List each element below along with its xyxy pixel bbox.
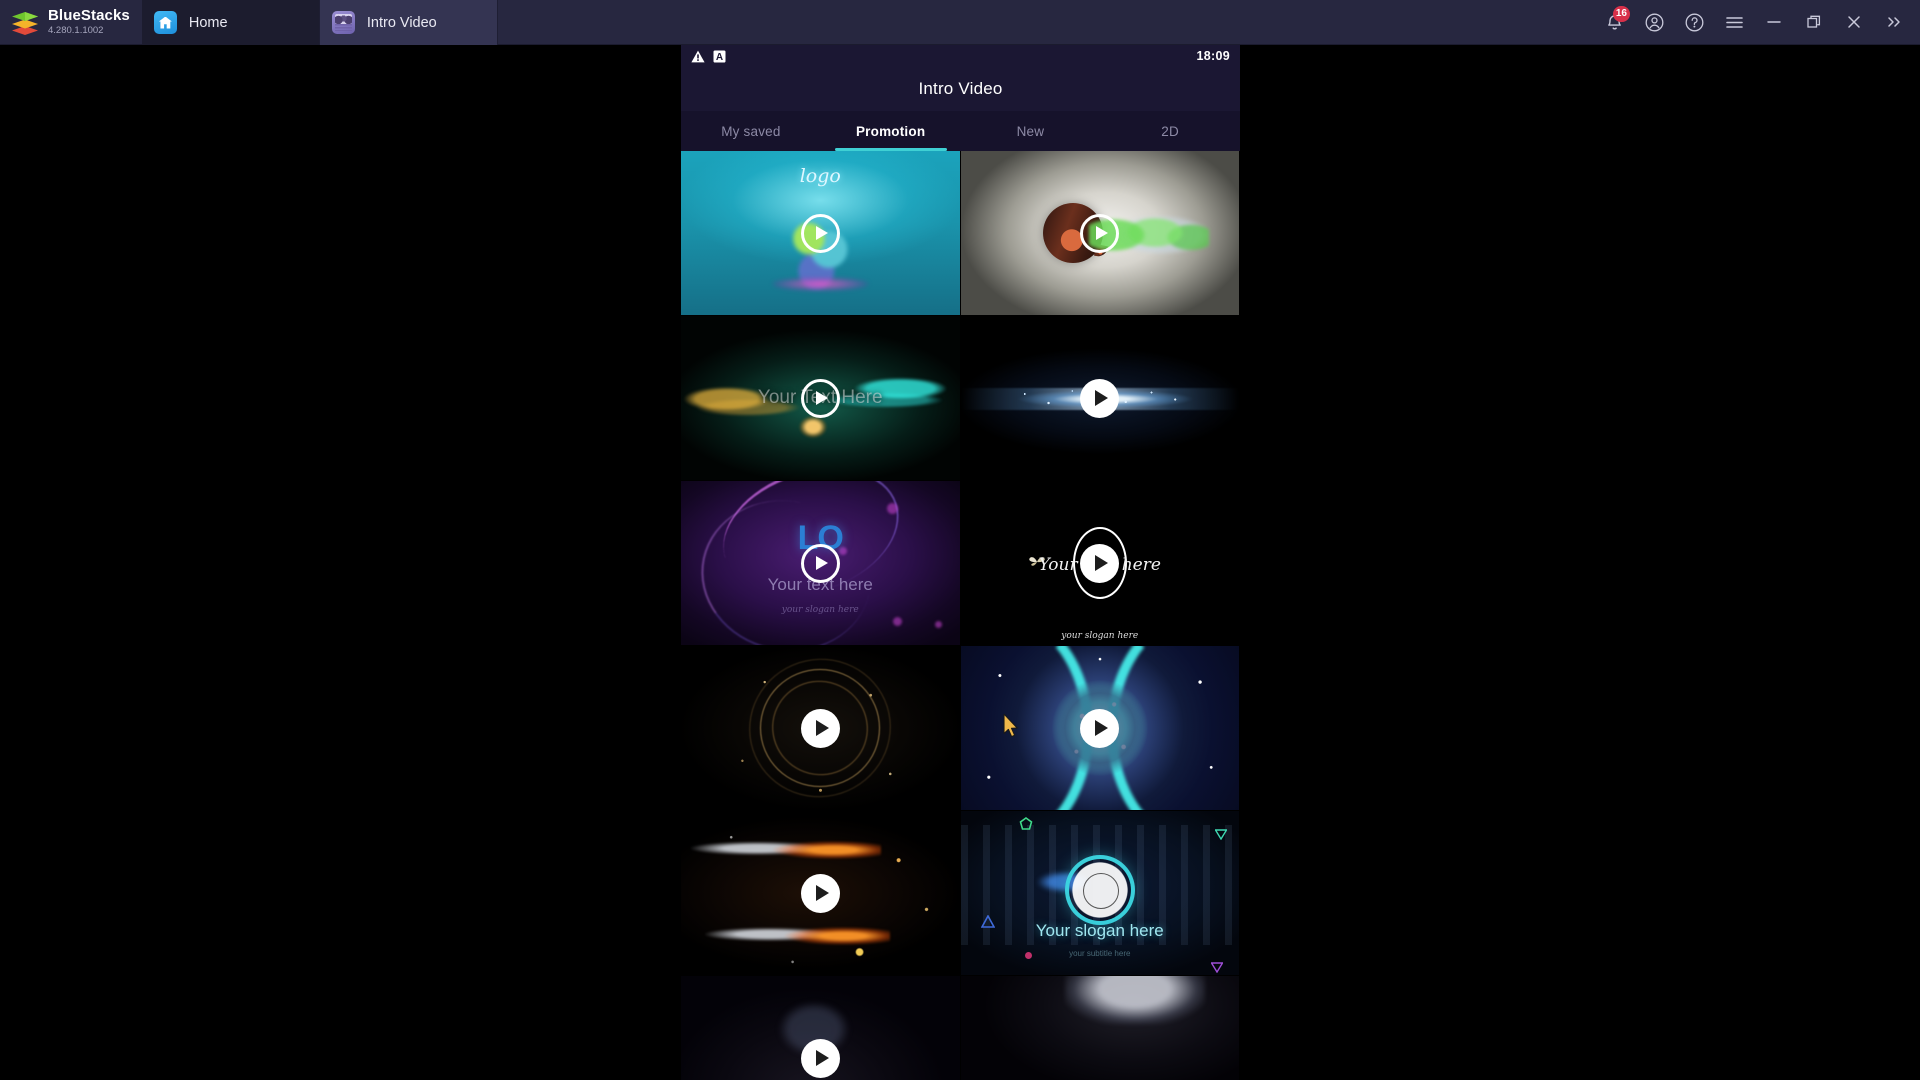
play-button[interactable] (800, 873, 840, 913)
video-thumbnail[interactable]: Your Text Here (681, 316, 961, 481)
tab-my-saved-label: My saved (721, 123, 781, 139)
video-thumbnail[interactable] (960, 316, 1240, 481)
app-tab-intro-video-label: Intro Video (366, 14, 437, 31)
app-tab-home-label: Home (188, 14, 228, 31)
expand-sidebar-button[interactable] (1874, 0, 1914, 45)
thumbnail-art-slogan-equalizer (960, 811, 1239, 975)
title-bar-spacer (498, 0, 1594, 44)
notification-badge: 16 (1612, 5, 1630, 22)
video-thumbnail[interactable] (960, 646, 1240, 811)
thumbnail-art-dim-splash (960, 976, 1239, 1080)
emulator-stage: A 18:09 Intro Video My saved Promotion N… (0, 45, 1920, 1080)
notifications-button[interactable]: 16 (1594, 0, 1634, 45)
android-status-bar: A 18:09 (681, 45, 1240, 67)
play-button[interactable] (800, 708, 840, 748)
teal-triangle-icon (1215, 829, 1227, 840)
help-button[interactable] (1674, 0, 1714, 45)
video-thumbnail[interactable]: Your slogan here your subtitle here (960, 811, 1240, 976)
video-thumbnail[interactable] (681, 646, 961, 811)
window-controls: 16 (1594, 0, 1920, 44)
status-bar-icons: A (691, 50, 726, 63)
tab-2d[interactable]: 2D (1100, 111, 1240, 151)
account-button[interactable] (1634, 0, 1674, 45)
video-thumbnail[interactable] (681, 811, 961, 976)
tab-new[interactable]: New (961, 111, 1101, 151)
blue-triangle-icon (980, 915, 995, 928)
page-title: Intro Video (918, 79, 1003, 98)
bluestacks-logo-icon (10, 9, 40, 35)
tab-2d-label: 2D (1161, 123, 1179, 139)
maximize-restore-button[interactable] (1794, 0, 1834, 45)
letter-a-icon: A (713, 50, 726, 63)
svg-text:A: A (716, 52, 723, 63)
video-thumbnail[interactable]: LO Your text here your slogan here (681, 481, 961, 646)
play-button[interactable] (1080, 378, 1120, 418)
app-tab-home[interactable]: Home (141, 0, 320, 45)
play-button[interactable] (800, 213, 840, 253)
home-icon (153, 11, 177, 34)
video-thumbnail[interactable] (960, 151, 1240, 316)
app-tab-intro-video[interactable]: Intro Video (319, 0, 498, 45)
brand-version: 4.280.1.1002 (48, 25, 104, 37)
play-button[interactable] (800, 378, 840, 418)
video-thumbnail[interactable] (681, 976, 961, 1080)
play-button[interactable] (1080, 543, 1120, 583)
play-button[interactable] (800, 543, 840, 583)
tab-my-saved[interactable]: My saved (681, 111, 821, 151)
green-gem-icon (1019, 817, 1032, 830)
intro-video-app-icon (331, 11, 355, 34)
status-bar-clock: 18:09 (1196, 49, 1230, 63)
menu-button[interactable] (1714, 0, 1754, 45)
play-button[interactable] (800, 1038, 840, 1078)
minimize-button[interactable] (1754, 0, 1794, 45)
play-button[interactable] (1080, 213, 1120, 253)
warning-triangle-icon (691, 50, 705, 62)
purple-triangle-icon (1211, 962, 1223, 973)
android-app-panel: A 18:09 Intro Video My saved Promotion N… (681, 45, 1240, 1080)
video-template-grid: logo Your Text Here LO Your text here yo… (681, 151, 1240, 1080)
butterfly-icon (1028, 557, 1045, 566)
video-thumbnail[interactable]: logo (681, 151, 961, 316)
close-button[interactable] (1834, 0, 1874, 45)
play-button[interactable] (1080, 708, 1120, 748)
tab-new-label: New (1016, 123, 1045, 139)
window-title-bar: BlueStacks 4.280.1.1002 Home Intro Video… (0, 0, 1920, 45)
video-thumbnail[interactable] (960, 976, 1240, 1080)
app-header: Intro Video (681, 67, 1240, 111)
tab-promotion[interactable]: Promotion (821, 111, 961, 151)
brand-name: BlueStacks (48, 7, 130, 25)
category-tab-bar: My saved Promotion New 2D (681, 111, 1240, 151)
tab-promotion-label: Promotion (855, 123, 926, 139)
video-thumbnail[interactable]: Your text here your slogan here (960, 481, 1240, 646)
bluestacks-brand: BlueStacks 4.280.1.1002 (0, 0, 142, 44)
